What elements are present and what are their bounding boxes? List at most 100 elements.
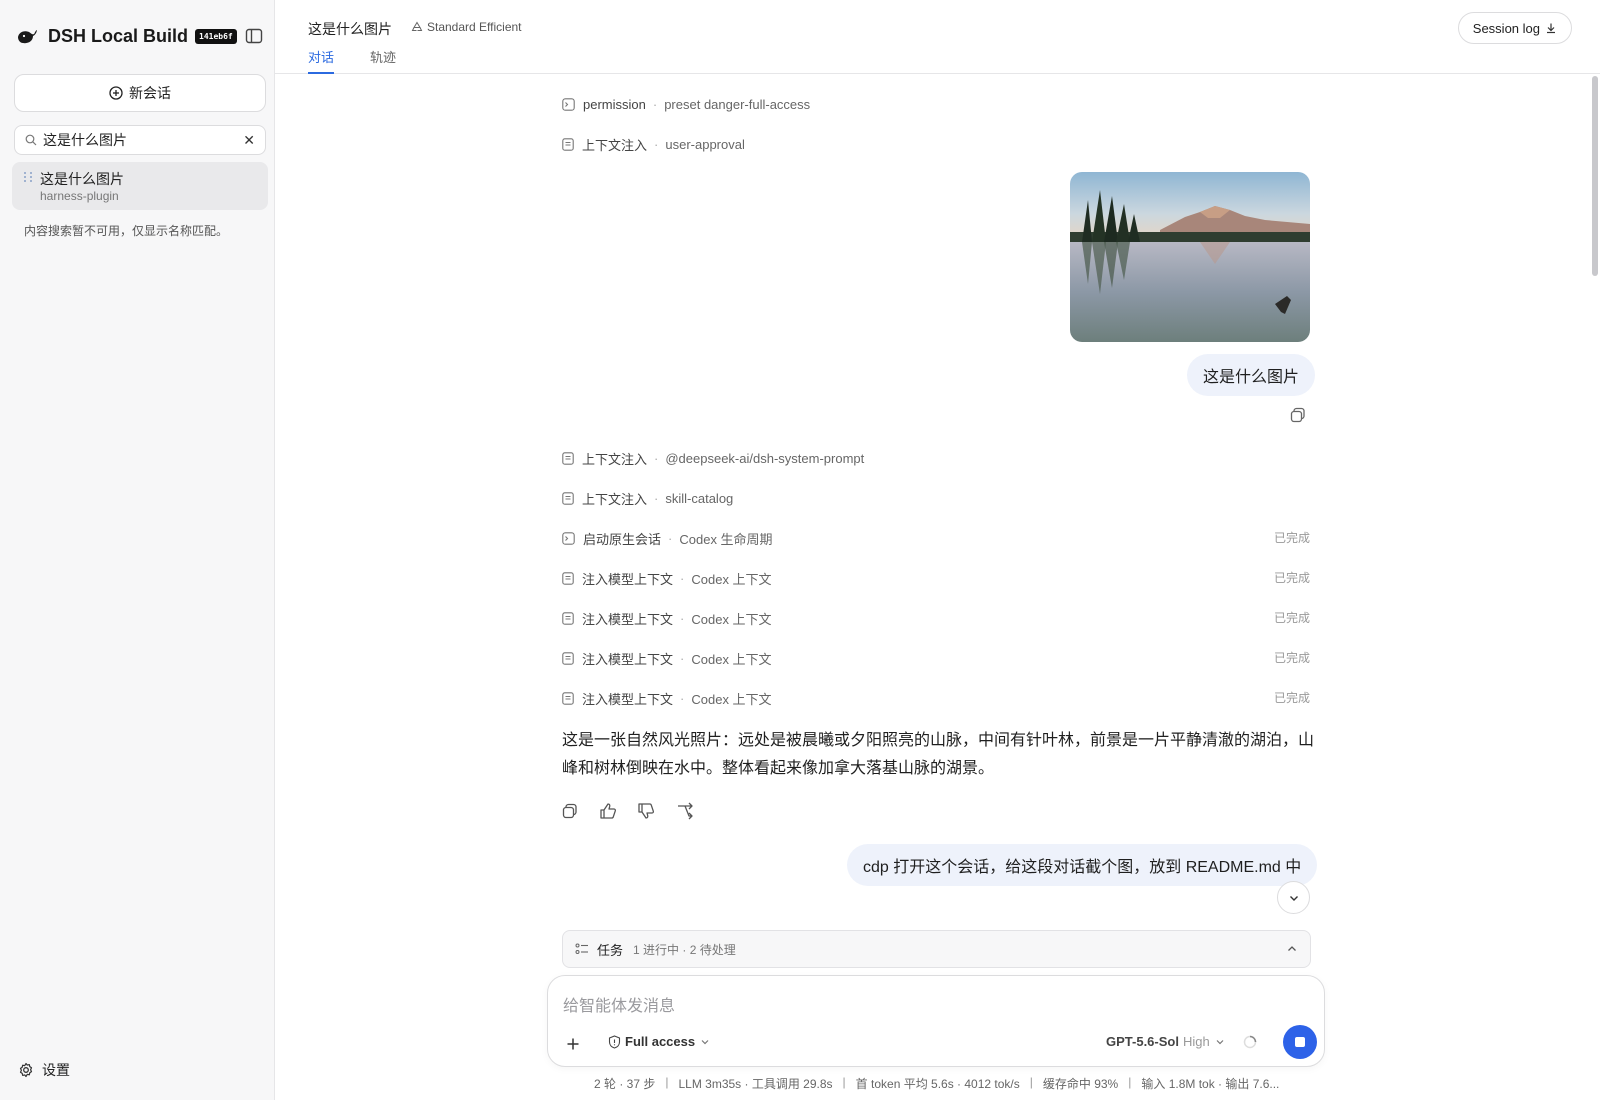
- build-hash-badge: 141eb6f: [195, 28, 237, 44]
- loading-spinner-icon: [1243, 1035, 1257, 1049]
- checklist-icon: [575, 943, 588, 954]
- shield-icon: [608, 1034, 621, 1049]
- step-key: 上下文注入: [582, 491, 648, 507]
- new-chat-label: 新会话: [129, 85, 171, 101]
- step-key: 上下文注入: [582, 451, 648, 467]
- scrollbar[interactable]: [1590, 74, 1600, 1100]
- model-effort: High: [1182, 1034, 1210, 1049]
- top-header: 这是什么图片 Standard Efficient 对话 轨迹 Session …: [275, 0, 1600, 74]
- sidebar: DSH Local Build 141eb6f 新会话 ✕ 这是什么图片 har…: [0, 0, 275, 1100]
- stat-llm-time: LLM 3m35s · 工具调用 29.8s: [678, 1077, 833, 1091]
- stop-icon: [1295, 1037, 1305, 1047]
- thumbs-down-icon[interactable]: [636, 801, 656, 821]
- copy-icon[interactable]: [1288, 405, 1308, 425]
- model-name: GPT-5.6-Sol: [1106, 1034, 1179, 1049]
- usage-stats: 2 轮 · 37 步 | LLM 3m35s · 工具调用 29.8s | 首 to…: [594, 1075, 1280, 1091]
- access-mode-select[interactable]: Full access: [608, 1034, 714, 1049]
- message-input[interactable]: [563, 992, 1303, 1018]
- brand: DSH Local Build 141eb6f: [16, 24, 237, 48]
- settings-button[interactable]: 设置: [18, 1060, 70, 1080]
- conversation-subtitle: harness-plugin: [40, 189, 119, 203]
- step-status: 已完成: [1273, 531, 1310, 545]
- settings-label: 设置: [42, 1062, 70, 1078]
- step-value: Codex 上下文: [691, 571, 772, 587]
- step-row[interactable]: 上下文注入 · skill-catalog: [562, 488, 733, 508]
- step-key: 注入模型上下文: [582, 611, 674, 627]
- document-icon: [562, 571, 574, 585]
- document-icon: [562, 451, 574, 465]
- scroll-to-bottom-button[interactable]: [1277, 881, 1310, 914]
- step-value: @deepseek-ai/dsh-system-prompt: [665, 450, 865, 466]
- user-message-bubble: cdp 打开这个会话，给这段对话截个图，放到 README.md 中: [847, 844, 1318, 886]
- conversation-item[interactable]: 这是什么图片 harness-plugin: [12, 162, 268, 210]
- session-log-label: Session log: [1472, 20, 1540, 36]
- new-chat-button[interactable]: 新会话: [14, 74, 266, 112]
- search-box: ✕: [14, 125, 266, 155]
- step-value: Codex 上下文: [691, 691, 772, 707]
- tab-conversation[interactable]: 对话: [308, 47, 335, 74]
- step-key: 注入模型上下文: [582, 651, 674, 667]
- chevron-down-icon: [1289, 895, 1298, 901]
- thumbs-up-icon[interactable]: [598, 801, 618, 821]
- document-icon: [562, 491, 574, 505]
- step-status: 已完成: [1273, 651, 1310, 665]
- tasks-panel[interactable]: 任务 1 进行中 · 2 待处理: [562, 930, 1311, 968]
- uploaded-landscape-image[interactable]: [1070, 172, 1310, 342]
- step-key: 启动原生会话: [583, 531, 662, 547]
- step-status: 已完成: [1273, 571, 1310, 585]
- search-note: 内容搜索暂不可用，仅显示名称匹配。: [24, 224, 229, 238]
- page-title: 这是什么图片: [308, 21, 392, 37]
- mode-label: Standard Efficient: [427, 20, 522, 34]
- user-message-bubble: 这是什么图片: [1187, 354, 1316, 396]
- gear-icon: [19, 1062, 33, 1078]
- download-icon: [1547, 23, 1555, 34]
- step-row[interactable]: 上下文注入 · user-approval: [562, 134, 745, 154]
- conversation-title: 这是什么图片: [40, 171, 124, 187]
- step-value: Codex 生命周期: [679, 531, 773, 547]
- search-input[interactable]: [43, 132, 233, 148]
- step-value: preset danger-full-access: [664, 96, 811, 112]
- step-row[interactable]: 注入模型上下文 · Codex 上下文: [562, 568, 772, 588]
- chevron-up-icon[interactable]: [1286, 943, 1298, 955]
- step-value: skill-catalog: [665, 490, 734, 506]
- step-value: Codex 上下文: [691, 611, 772, 627]
- scrollbar-thumb[interactable]: [1592, 76, 1598, 276]
- tasks-info: 1 进行中 · 2 待处理: [633, 942, 736, 957]
- tasks-label: 任务: [597, 942, 624, 958]
- stat-first-token: 首 token 平均 5.6s · 4012 tok/s: [855, 1077, 1020, 1091]
- branch-icon[interactable]: [675, 801, 695, 821]
- step-row[interactable]: permission · preset danger-full-access: [562, 94, 810, 114]
- step-key: 上下文注入: [582, 137, 648, 153]
- user-message-text: 这是什么图片: [1203, 369, 1300, 386]
- stat-turns: 2 轮 · 37 步: [594, 1077, 656, 1091]
- document-icon: [562, 137, 574, 151]
- stat-cache: 缓存命中 93%: [1042, 1077, 1119, 1091]
- mode-indicator: Standard Efficient: [411, 20, 522, 34]
- session-log-button[interactable]: Session log: [1457, 12, 1572, 44]
- plus-circle-icon: [109, 86, 123, 100]
- step-key: permission: [583, 96, 646, 112]
- step-status: 已完成: [1273, 611, 1310, 625]
- step-key: 注入模型上下文: [582, 571, 674, 587]
- model-select[interactable]: GPT-5.6-Sol High: [1106, 1034, 1225, 1049]
- plus-icon: [567, 1038, 579, 1050]
- document-icon: [562, 651, 574, 665]
- stop-generation-button[interactable]: [1283, 1025, 1317, 1059]
- tab-trajectory[interactable]: 轨迹: [370, 47, 396, 74]
- sidebar-toggle-icon[interactable]: [244, 26, 264, 46]
- step-row[interactable]: 注入模型上下文 · Codex 上下文: [562, 688, 772, 708]
- app-title: DSH Local Build: [48, 25, 189, 46]
- document-icon: [562, 691, 574, 705]
- step-row[interactable]: 上下文注入 · @deepseek-ai/dsh-system-prompt: [562, 448, 864, 468]
- document-icon: [562, 611, 574, 625]
- step-row[interactable]: 注入模型上下文 · Codex 上下文: [562, 648, 772, 668]
- step-row[interactable]: 启动原生会话 · Codex 生命周期: [562, 528, 773, 548]
- chevron-down-icon: [1216, 1039, 1224, 1044]
- user-message-text: cdp 打开这个会话，给这段对话截个图，放到 README.md 中: [863, 859, 1302, 876]
- assistant-message: 这是一张自然风光照片：远处是被晨曦或夕阳照亮的山脉，中间有针叶林，前景是一片平静…: [562, 732, 1315, 777]
- clear-search-icon[interactable]: ✕: [243, 132, 255, 149]
- add-attachment-button[interactable]: [560, 1031, 586, 1057]
- step-row[interactable]: 注入模型上下文 · Codex 上下文: [562, 608, 772, 628]
- terminal-icon: [562, 531, 575, 545]
- copy-icon[interactable]: [560, 801, 580, 821]
